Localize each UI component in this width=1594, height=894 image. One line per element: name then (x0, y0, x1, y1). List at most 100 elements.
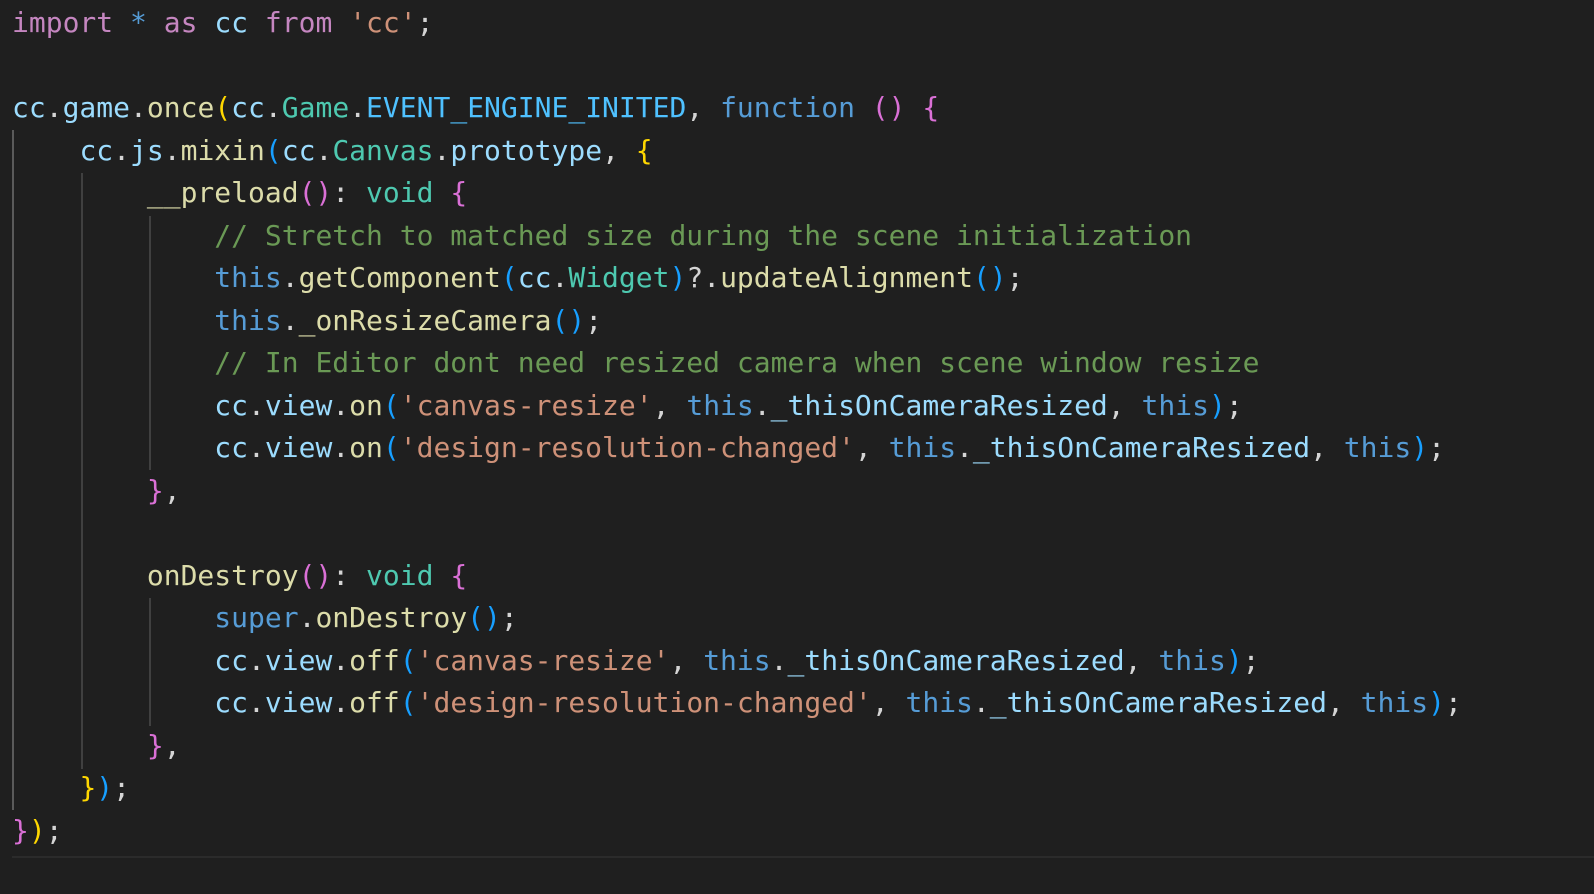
code-token: ; (45, 813, 63, 847)
code-token: super (214, 601, 299, 634)
code-token: , (871, 686, 906, 719)
code-token: ( (399, 686, 417, 719)
code-token: getComponent (298, 261, 501, 294)
code-token: this (214, 303, 282, 337)
code-line[interactable]: __preload(): void { (12, 172, 467, 214)
code-token: . (113, 133, 131, 167)
code-token: ) (1411, 431, 1429, 464)
code-line[interactable]: import * as cc from 'cc'; (12, 2, 433, 44)
code-token: } (79, 771, 97, 804)
code-token: cc (214, 388, 249, 422)
code-token: ( (399, 643, 417, 677)
code-token: ; (1242, 643, 1260, 677)
code-token: view (264, 431, 333, 464)
code-token: , (652, 388, 687, 422)
code-token: this (888, 431, 957, 464)
code-line[interactable]: cc.game.once(cc.Game.EVENT_ENGINE_INITED… (12, 87, 939, 129)
code-line[interactable]: cc.view.off('design-resolution-changed',… (12, 682, 1462, 724)
code-editor[interactable]: import * as cc from 'cc'; cc.game.once(cc… (0, 0, 1594, 894)
code-token: cc (214, 431, 249, 464)
code-token: () (551, 303, 586, 337)
code-token: ( (214, 91, 232, 124)
code-line[interactable]: onDestroy(): void { (12, 555, 467, 597)
code-token: as (163, 6, 198, 39)
code-line[interactable]: // In Editor dont need resized camera wh… (12, 342, 1259, 384)
code-token: . (753, 388, 771, 422)
code-token: void (366, 558, 434, 592)
code-token: . (248, 643, 265, 677)
code-token: , (163, 473, 181, 507)
code-token: ) (1225, 643, 1243, 677)
code-line[interactable]: cc.view.on('canvas-resize', this._thisOn… (12, 385, 1242, 427)
code-line[interactable]: super.onDestroy(); (12, 597, 517, 639)
code-token: cc (214, 686, 249, 719)
code-token: // Stretch to matched size during the sc… (214, 218, 1193, 252)
code-token: . (332, 388, 350, 422)
code-line[interactable]: this._onResizeCamera(); (12, 300, 602, 342)
code-token: EVENT_ENGINE_INITED (366, 91, 687, 124)
code-token: . (433, 133, 451, 167)
code-token: js (130, 133, 164, 167)
code-token: 'cc' (349, 6, 417, 39)
code-token: , (1326, 686, 1361, 719)
code-token: . (349, 91, 367, 124)
code-token: ) (669, 261, 687, 294)
code-line[interactable]: }, (12, 725, 181, 767)
code-line[interactable]: cc.js.mixin(cc.Canvas.prototype, { (12, 130, 652, 172)
code-token: once (146, 91, 215, 124)
code-token: } (12, 813, 29, 847)
code-token: on (349, 431, 383, 464)
code-token: . (248, 431, 265, 464)
code-token: , (854, 431, 889, 464)
code-token: _thisOnCameraResized (770, 388, 1108, 422)
code-token: ) (1428, 686, 1445, 719)
code-token: _onResizeCamera (298, 303, 552, 337)
code-token: , (686, 91, 721, 124)
code-token: } (146, 473, 164, 507)
code-token: Game (281, 91, 350, 124)
code-line[interactable]: }); (12, 810, 63, 852)
code-token: _thisOnCameraResized (972, 431, 1311, 464)
code-token: this (905, 686, 973, 719)
code-line[interactable]: // Stretch to matched size during the sc… (12, 215, 1192, 257)
code-line[interactable]: cc.view.off('canvas-resize', this._thisO… (12, 640, 1260, 682)
code-token: , (163, 728, 181, 762)
code-token: Canvas (332, 133, 434, 167)
code-token: { (922, 91, 940, 124)
code-line[interactable]: cc.view.on('design-resolution-changed', … (12, 427, 1445, 469)
current-line-highlight[interactable] (12, 856, 1594, 894)
code-token: _thisOnCameraResized (989, 686, 1327, 719)
code-line[interactable]: this.getComponent(cc.Widget)?.updateAlig… (12, 257, 1023, 299)
code-token: ) (96, 771, 114, 804)
code-token: . (298, 601, 316, 634)
code-line[interactable]: }); (12, 767, 130, 809)
code-token: . (551, 261, 569, 294)
code-token: . (332, 431, 350, 464)
code-token: () (298, 558, 333, 592)
code-token: () (972, 261, 1007, 294)
code-token: . (281, 303, 299, 337)
code-token: . (281, 261, 299, 294)
code-token: , (602, 133, 636, 167)
code-token: ( (382, 388, 400, 422)
code-line[interactable]: }, (12, 470, 181, 512)
code-token: . (972, 686, 990, 719)
code-token: __preload (146, 176, 299, 209)
code-token: ) (28, 813, 46, 847)
code-token: this (1360, 686, 1429, 719)
code-token: on (349, 388, 383, 422)
code-token: ; (1428, 431, 1445, 464)
code-token: cc (517, 261, 552, 294)
